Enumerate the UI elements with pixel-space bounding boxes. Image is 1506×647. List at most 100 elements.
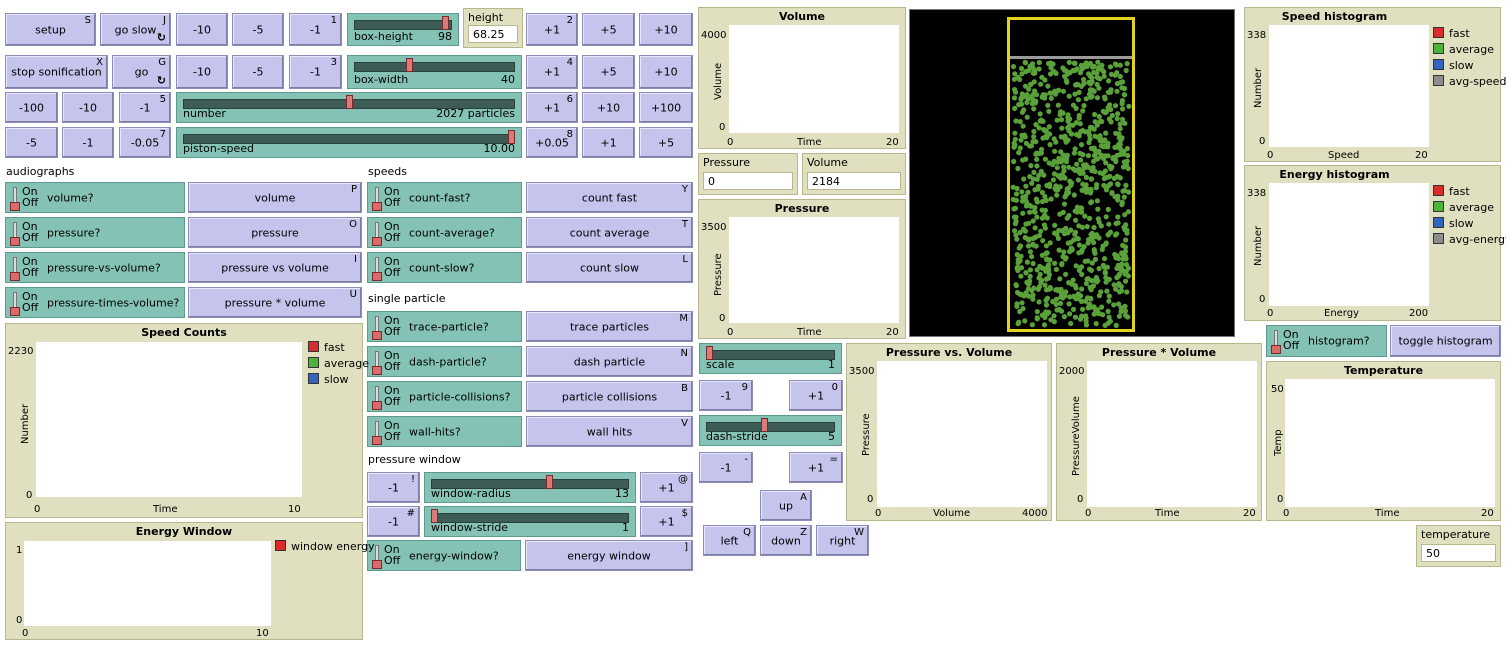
particle [1124,158,1130,164]
count-fast-switch[interactable]: On Off count-fast? [367,182,522,213]
volume-switch[interactable]: On Off volume? [5,182,185,213]
wall-hits-switch[interactable]: On Off wall-hits? [367,416,522,447]
particle [1019,91,1025,97]
number-dec10-button[interactable]: -10 [62,92,114,123]
window-stride-dec-button[interactable]: -1 # [367,506,420,537]
dash-stride-dec-button[interactable]: -1- [699,452,753,483]
wall-hits-button[interactable]: wall hits V [526,416,693,447]
forever-icon: ↻ [156,31,166,44]
piston-inc5-button[interactable]: +5 [639,127,693,158]
particle [1112,144,1118,150]
volume-button[interactable]: volume P [188,182,362,213]
particle [1017,258,1023,264]
simulation-view[interactable] [909,9,1235,337]
particle-collisions-switch[interactable]: On Off particle-collisions? [367,381,522,412]
box-width-dec1-button[interactable]: -1 3 [289,55,342,89]
pressure-vs-volume-button[interactable]: pressure vs volume I [188,252,362,283]
piston-dec1-button[interactable]: -1 [62,127,114,158]
number-inc100-button[interactable]: +100 [639,92,693,123]
particle [1057,276,1063,282]
particle [1027,273,1033,279]
particle [1016,150,1022,156]
scale-slider[interactable]: scale 1 [699,343,842,374]
box-height-dec10-button[interactable]: -10 [176,13,228,46]
count-fast-button[interactable]: count fast Y [526,182,693,213]
slider-thumb[interactable] [406,58,413,72]
particle [1024,114,1030,120]
count-average-button[interactable]: count average T [526,217,693,248]
window-stride-slider[interactable]: window-stride 1 [424,506,636,537]
box-height-inc10-button[interactable]: +10 [639,13,693,46]
up-button[interactable]: up A [760,490,812,521]
setup-button[interactable]: setup S [5,13,96,46]
energy-window-button[interactable]: energy window] [525,540,693,571]
trace-particles-button[interactable]: trace particles M [526,311,693,342]
window-radius-inc-button[interactable]: +1 @ [640,472,693,503]
piston-speed-slider[interactable]: piston-speed 10.00 [176,127,522,158]
window-radius-slider[interactable]: window-radius 13 [424,472,636,503]
right-button[interactable]: right W [816,525,869,556]
piston-inc005-button[interactable]: +0.05 8 [526,127,578,158]
piston-dec5-button[interactable]: -5 [5,127,58,158]
particle [1063,77,1069,84]
box-height-dec1-button[interactable]: -1 1 [289,13,342,46]
box-width-inc10-button[interactable]: +10 [639,55,693,89]
slider-thumb[interactable] [546,475,553,489]
toggle-histogram-button[interactable]: toggle histogram [1390,325,1501,357]
go-button[interactable]: go G ↻ [112,55,171,89]
count-average-switch[interactable]: On Off count-average? [367,217,522,248]
count-slow-button[interactable]: count slow L [526,252,693,283]
particle [1070,122,1076,128]
piston-inc1-button[interactable]: +1 [582,127,635,158]
box-height-slider[interactable]: box-height 98 [347,13,459,46]
window-stride-inc-button[interactable]: +1 $ [640,506,693,537]
particle [1012,89,1019,95]
pressure-times-volume-switch[interactable]: On Off pressure-times-volume? [5,287,185,318]
stop-sonification-button[interactable]: stop sonification X [5,55,108,89]
particle [1094,122,1100,128]
scale-dec-button[interactable]: -1 9 [699,380,753,411]
pressure-button[interactable]: pressure O [188,217,362,248]
particle [1054,165,1060,171]
go-slow-button[interactable]: go slow J ↻ [100,13,171,46]
box-width-slider[interactable]: box-width 40 [347,55,522,89]
count-slow-switch[interactable]: On Off count-slow? [367,252,522,283]
particle-collisions-button[interactable]: particle collisions B [526,381,693,412]
number-slider[interactable]: number 2027 particles [176,92,522,123]
dash-stride-slider[interactable]: dash-stride 5 [699,415,842,446]
down-button[interactable]: down Z [760,525,812,556]
left-button[interactable]: left Q [703,525,756,556]
dash-stride-inc-button[interactable]: +1 = [789,452,843,483]
number-dec1-button[interactable]: -1 5 [119,92,171,123]
particle [1103,279,1109,285]
piston-dec005-button[interactable]: -0.05 7 [119,127,171,158]
box-height-dec5-button[interactable]: -5 [232,13,284,46]
box-width-inc1-button[interactable]: +1 4 [526,55,578,89]
number-dec100-button[interactable]: -100 [5,92,58,123]
box-height-inc5-button[interactable]: +5 [582,13,635,46]
number-inc10-button[interactable]: +10 [582,92,635,123]
box-width-dec10-button[interactable]: -10 [176,55,228,89]
trace-particle-switch[interactable]: On Off trace-particle? [367,311,522,342]
pressure-times-volume-button[interactable]: pressure * volume U [188,287,362,318]
particle [1018,96,1024,102]
dash-particle-switch[interactable]: On Off dash-particle? [367,346,522,377]
box-width-dec5-button[interactable]: -5 [232,55,284,89]
particle [1101,69,1107,75]
window-radius-dec-button[interactable]: -1! [367,472,420,503]
pressure-switch[interactable]: On Off pressure? [5,217,185,248]
scale-inc-button[interactable]: +1 0 [789,380,843,411]
particle [1010,64,1017,70]
box-height-inc1-button[interactable]: +1 2 [526,13,578,46]
particle [1088,176,1094,182]
toggle-icon [10,257,20,281]
pressure-vs-volume-switch[interactable]: On Off pressure-vs-volume? [5,252,185,283]
slider-thumb[interactable] [442,16,449,30]
slider-thumb[interactable] [346,95,353,109]
number-inc1-button[interactable]: +1 6 [526,92,578,123]
histogram-switch[interactable]: On Off histogram? [1266,325,1387,357]
particle [1109,164,1115,170]
box-width-inc5-button[interactable]: +5 [582,55,635,89]
energy-window-switch[interactable]: On Off energy-window? [367,540,521,571]
dash-particle-button[interactable]: dash particle N [526,346,693,377]
